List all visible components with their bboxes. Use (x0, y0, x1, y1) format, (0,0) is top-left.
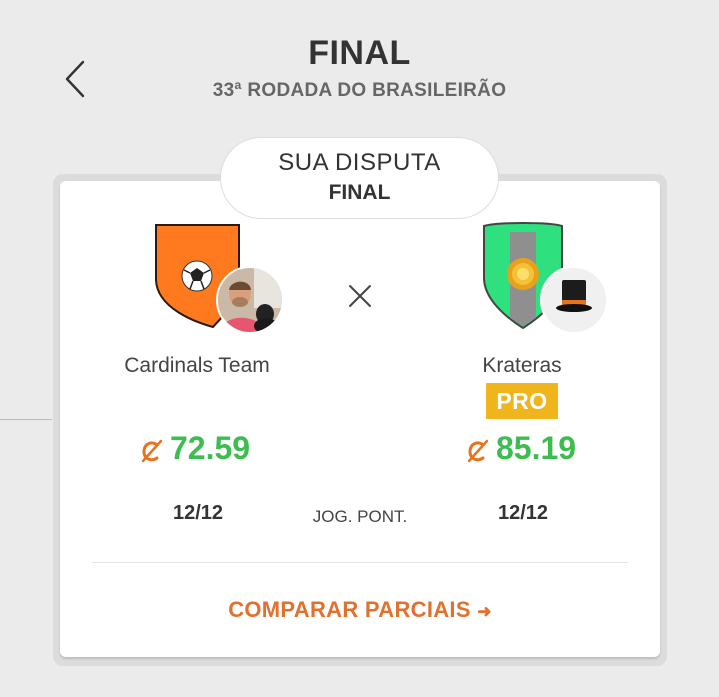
top-hat-icon (542, 268, 606, 332)
dispute-pill: SUA DISPUTA FINAL (220, 137, 499, 219)
versus-mark (348, 284, 372, 313)
dispute-phase: FINAL (328, 181, 391, 204)
user-photo-icon (218, 268, 282, 332)
soccer-ball-icon (181, 260, 213, 292)
side-divider (0, 419, 52, 420)
cartola-coin-icon (467, 439, 489, 463)
sun-emblem-icon (507, 258, 539, 290)
compare-partials-button[interactable]: COMPARAR PARCIAIS ➜ (180, 597, 540, 623)
pro-badge: PRO (486, 383, 558, 419)
away-team-name[interactable]: Krateras (422, 354, 622, 378)
away-user-avatar[interactable] (540, 266, 608, 334)
compare-label: COMPARAR PARCIAIS (228, 597, 471, 622)
match-card (60, 181, 660, 657)
away-players-scored: 12/12 (497, 502, 549, 524)
round-subtitle: 33ª RODADA DO BRASILEIRÃO (212, 80, 507, 101)
cartola-coin-icon (141, 439, 163, 463)
home-players-scored: 12/12 (172, 502, 224, 524)
arrow-right-icon: ➜ (477, 602, 492, 621)
dispute-label: SUA DISPUTA (278, 149, 441, 176)
players-scored-label: JOG. PONT. (312, 507, 408, 526)
card-divider (92, 562, 628, 563)
home-user-avatar[interactable] (216, 266, 284, 334)
close-x-icon (349, 285, 371, 307)
home-team-name[interactable]: Cardinals Team (97, 354, 297, 378)
home-team-score: 72.59 (140, 428, 250, 468)
away-team-score: 85.19 (466, 428, 576, 468)
home-score-value: 72.59 (170, 429, 251, 466)
page-title: FINAL (308, 34, 411, 72)
away-score-value: 85.19 (496, 429, 577, 466)
